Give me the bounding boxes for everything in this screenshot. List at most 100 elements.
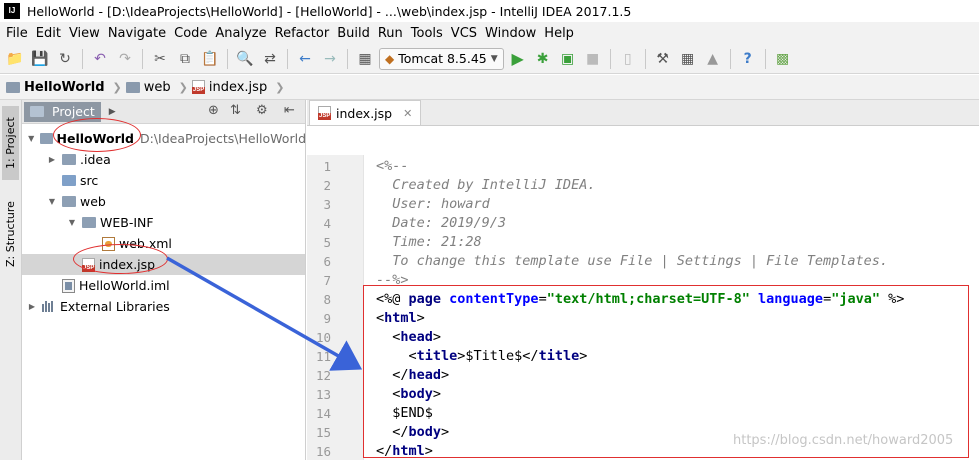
line-number: 7 [323,273,331,288]
find-icon[interactable]: 🔍 [234,48,256,70]
redo-icon[interactable]: ↷ [114,48,136,70]
tree-item-src[interactable]: src [22,170,305,191]
code-token: > [416,310,425,326]
tab-structure-label: Z: Structure [4,201,17,267]
debug-icon[interactable]: ✱ [532,48,554,70]
code-token: %> [879,291,905,307]
collapse-all-icon[interactable]: ⇅ [230,103,241,118]
collapse-arrow-icon[interactable]: ▶ [26,302,38,311]
expand-arrow-icon[interactable]: ▼ [66,218,78,227]
collapse-arrow-icon[interactable]: ▶ [46,155,58,164]
vcs-icon[interactable]: ▯ [617,48,639,70]
replace-icon[interactable]: ⇄ [259,48,281,70]
menu-item-build[interactable]: Build [333,26,374,41]
chevron-right-icon[interactable]: ▶ [109,107,116,117]
breadcrumb-item-project[interactable]: HelloWorld [6,80,105,95]
menu-item-navigate[interactable]: Navigate [104,26,170,41]
code-token: </ [376,424,409,440]
tree-item-label: HelloWorld.iml [79,278,170,293]
line-number: 1 [323,159,331,174]
tree-item-external-libraries[interactable]: ▶ External Libraries [22,296,305,317]
copy-icon[interactable]: ⧉ [174,48,196,70]
paste-icon[interactable]: 📋 [199,48,221,70]
line-number: 14 [315,406,331,421]
line-number: 9 [323,311,331,326]
tree-item-helloworld-iml[interactable]: HelloWorld.iml [22,275,305,296]
tab-structure[interactable]: Z: Structure [2,192,19,276]
tree-item-web-xml[interactable]: web.xml [22,233,305,254]
save-icon[interactable]: 💾 [29,48,51,70]
menu-item-vcs[interactable]: VCS [447,26,481,41]
menu-item-file[interactable]: File [2,26,32,41]
code-line: <head> [376,328,441,347]
sdk-icon[interactable]: ▲ [702,48,724,70]
code-line: Date: 2019/9/3 [376,214,506,233]
folder-icon [125,81,140,93]
tree-item-web[interactable]: ▼ web [22,191,305,212]
code-line: --%> [376,271,409,290]
chevron-right-icon: ❯ [178,80,188,94]
editor-tab-index-jsp[interactable]: index.jsp ✕ [309,100,422,125]
android-icon[interactable]: ▩ [772,48,794,70]
menu-item-view[interactable]: View [65,26,104,41]
menu-item-window[interactable]: Window [481,26,540,41]
jsp-file-icon [318,106,332,120]
close-icon[interactable]: ✕ [403,107,412,120]
code-token: > [441,424,450,440]
cut-icon[interactable]: ✂ [149,48,171,70]
back-icon[interactable]: ← [294,48,316,70]
toolbar-divider [609,48,611,69]
tree-item-index-jsp[interactable]: index.jsp [22,254,305,275]
code-token: --%> [376,272,409,288]
settings-icon[interactable]: ⚒ [652,48,674,70]
tree-item-label: .idea [80,152,111,167]
line-number: 2 [323,178,331,193]
gear-icon[interactable]: ⚙ [256,103,268,118]
tree-item-idea[interactable]: ▶ .idea [22,149,305,170]
breadcrumb-item-web[interactable]: web [125,80,171,95]
open-icon[interactable]: 📁 [4,48,26,70]
toolbar-divider [729,48,731,69]
forward-icon[interactable]: → [319,48,341,70]
code-line: Created by IntelliJ IDEA. [376,176,595,195]
code-line: <%-- [376,157,409,176]
build-icon[interactable]: ▦ [354,48,376,70]
tree-item-label: src [80,173,99,188]
scroll-from-source-icon[interactable]: ⊕ [208,103,219,118]
code-line: </body> [376,423,449,442]
undo-icon[interactable]: ↶ [89,48,111,70]
menu-bar: File Edit View Navigate Code Analyze Refactor B… [0,22,979,44]
tree-item-helloworld[interactable]: ▼ HelloWorld D:\IdeaProjects\HelloWorld [22,128,305,149]
menu-item-run[interactable]: Run [374,26,407,41]
run-configuration-select[interactable]: ◆ Tomcat 8.5.45 ▼ [379,47,504,70]
tree-item-label: HelloWorld [56,131,134,146]
breadcrumb-item-file[interactable]: index.jsp [191,80,267,95]
menu-item-help[interactable]: Help [540,26,578,41]
sync-icon[interactable]: ↻ [54,48,76,70]
code-token: html [392,443,425,459]
line-number: 12 [315,368,331,383]
chevron-right-icon: ❯ [275,80,285,94]
menu-item-analyze[interactable]: Analyze [211,26,270,41]
tree-item-web-inf[interactable]: ▼ WEB-INF [22,212,305,233]
menu-item-tools[interactable]: Tools [407,26,447,41]
stop-icon[interactable]: ■ [582,48,604,70]
tab-project[interactable]: 1: Project [2,106,19,180]
expand-arrow-icon[interactable]: ▼ [46,197,58,206]
expand-arrow-icon[interactable]: ▼ [26,134,36,143]
toolbar-divider [644,48,646,69]
code-token: Time: 21:28 [376,234,482,250]
project-structure-icon[interactable]: ▦ [677,48,699,70]
menu-item-edit[interactable]: Edit [32,26,65,41]
tomcat-icon: ◆ [385,51,395,66]
project-view-selector[interactable]: Project [24,101,101,122]
code-token: $END$ [376,405,433,421]
help-icon[interactable]: ? [737,48,759,70]
left-tool-strip: 1: Project Z: Structure [0,100,22,460]
hide-panel-icon[interactable]: ⇤ [284,103,295,118]
run-icon[interactable]: ▶ [507,48,529,70]
menu-item-code[interactable]: Code [170,26,211,41]
coverage-icon[interactable]: ▣ [557,48,579,70]
code-token: = [538,291,547,307]
menu-item-refactor[interactable]: Refactor [271,26,334,41]
